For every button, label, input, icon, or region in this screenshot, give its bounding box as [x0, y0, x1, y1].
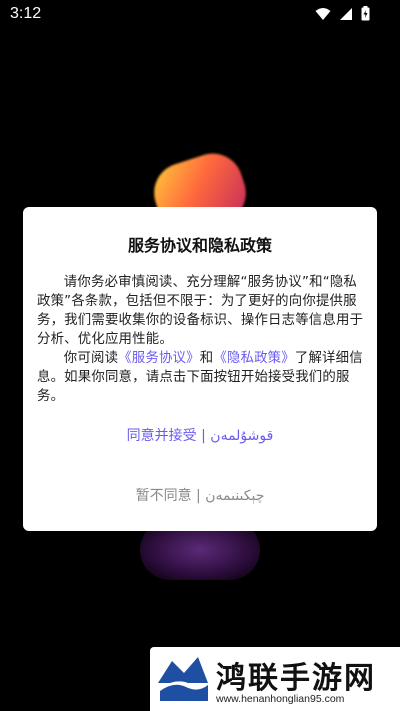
service-agreement-link[interactable]: 《服务协议》 [118, 351, 200, 366]
paragraph-2-and: 和 [199, 351, 214, 366]
watermark-title: 鸿联手游网 [216, 661, 376, 696]
dialog-paragraph-2: 你可阅读《服务协议》和《隐私政策》了解详细信息。如果你同意，请点击下面按钮开始接… [37, 349, 365, 406]
paragraph-2-prefix: 你可阅读 [63, 351, 119, 366]
wifi-icon [315, 7, 331, 20]
status-icons [315, 6, 370, 21]
privacy-dialog: 服务协议和隐私政策 请你务必审慎阅读、充分理解“服务协议”和“隐私政策”各条款，… [23, 207, 377, 531]
dialog-paragraph-1: 请你务必审慎阅读、充分理解“服务协议”和“隐私政策”各条款，包括但不限于：为了更… [37, 275, 364, 347]
signal-icon [340, 7, 352, 20]
privacy-policy-link[interactable]: 《隐私政策》 [213, 351, 295, 366]
agree-button[interactable]: 同意并接受 | قوشۇلمەن [23, 425, 377, 445]
dialog-body: 请你务必审慎阅读、充分理解“服务协议”和“隐私政策”各条款，包括但不限于：为了更… [37, 273, 365, 406]
disagree-button[interactable]: 暂不同意 | چېكىنىمەن [23, 485, 377, 505]
watermark: 鸿联手游网 www.henanhonglian95.com [150, 647, 400, 711]
dialog-title: 服务协议和隐私政策 [127, 236, 272, 255]
status-time: 3:12 [10, 5, 42, 22]
site-logo-icon [154, 653, 212, 705]
battery-icon [361, 6, 370, 21]
status-bar: 3:12 [0, 0, 400, 28]
watermark-url: www.henanhonglian95.com [216, 693, 345, 705]
